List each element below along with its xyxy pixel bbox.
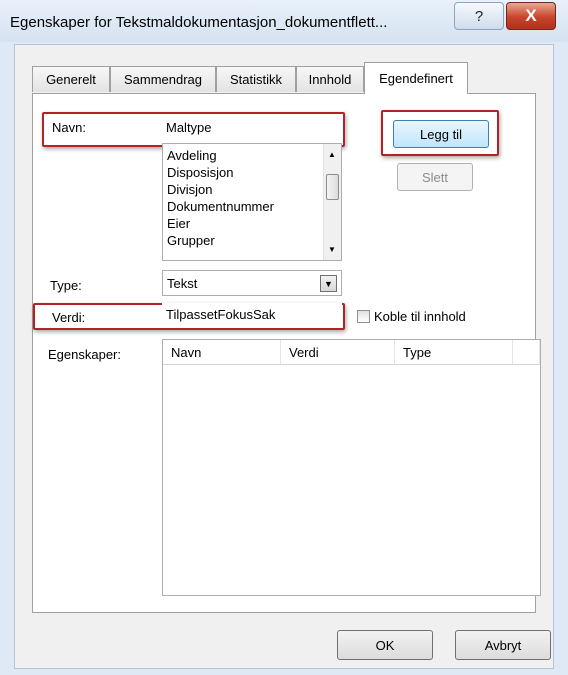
cancel-button[interactable]: Avbryt <box>455 630 551 660</box>
scroll-up-icon[interactable]: ▲ <box>328 150 336 159</box>
add-button[interactable]: Legg til <box>393 120 489 148</box>
tab-label: Generelt <box>46 72 96 87</box>
type-label: Type: <box>50 278 82 293</box>
scroll-down-icon[interactable]: ▼ <box>328 245 336 254</box>
column-header-blank <box>513 340 540 365</box>
properties-label: Egenskaper: <box>48 347 121 362</box>
name-input[interactable]: Maltype <box>162 114 342 140</box>
column-header-label: Navn <box>171 344 202 360</box>
list-item[interactable]: Grupper <box>167 233 215 248</box>
column-header-label: Verdi <box>289 344 319 360</box>
tab-label: Egendefinert <box>379 71 453 86</box>
column-header-label: Type <box>403 344 432 360</box>
delete-button[interactable]: Slett <box>397 163 473 191</box>
help-button[interactable]: ? <box>454 2 504 30</box>
list-scrollbar[interactable]: ▲ ▼ <box>323 144 341 260</box>
scroll-thumb[interactable] <box>326 174 339 200</box>
tab-egendefinert[interactable]: Egendefinert <box>364 62 468 94</box>
link-content-checkbox[interactable] <box>357 310 370 323</box>
tab-sammendrag[interactable]: Sammendrag <box>110 66 216 92</box>
list-item[interactable]: Disposisjon <box>167 165 233 180</box>
list-item[interactable]: Eier <box>167 216 190 231</box>
list-item[interactable]: Avdeling <box>167 148 217 163</box>
column-header-navn[interactable]: Navn <box>163 340 281 365</box>
column-header-verdi[interactable]: Verdi <box>281 340 395 365</box>
tab-generelt[interactable]: Generelt <box>32 66 110 92</box>
window-title: Egenskaper for Tekstmaldokumentasjon_dok… <box>10 14 388 31</box>
link-content-label: Koble til innhold <box>374 309 466 324</box>
type-select[interactable]: Tekst <box>162 270 342 296</box>
column-header-type[interactable]: Type <box>395 340 513 365</box>
properties-list[interactable]: Navn Verdi Type <box>162 339 541 596</box>
chevron-down-icon[interactable]: ▼ <box>320 275 337 292</box>
tab-label: Innhold <box>308 72 352 87</box>
value-label: Verdi: <box>52 310 86 325</box>
tab-label: Sammendrag <box>123 72 203 87</box>
tab-label: Statistikk <box>229 72 282 87</box>
tab-statistikk[interactable]: Statistikk <box>216 66 296 92</box>
value-input[interactable]: TilpassetFokusSak <box>162 303 342 326</box>
list-item[interactable]: Dokumentnummer <box>167 199 274 214</box>
help-icon: ? <box>474 7 484 25</box>
tab-innhold[interactable]: Innhold <box>296 66 364 92</box>
close-icon: X <box>525 6 537 25</box>
type-select-value: Tekst <box>167 275 198 291</box>
close-button[interactable]: X <box>506 2 556 30</box>
list-item[interactable]: Divisjon <box>167 182 213 197</box>
name-label: Navn: <box>52 120 86 135</box>
ok-button[interactable]: OK <box>337 630 433 660</box>
name-list[interactable]: Avdeling Disposisjon Divisjon Dokumentnu… <box>162 143 342 261</box>
